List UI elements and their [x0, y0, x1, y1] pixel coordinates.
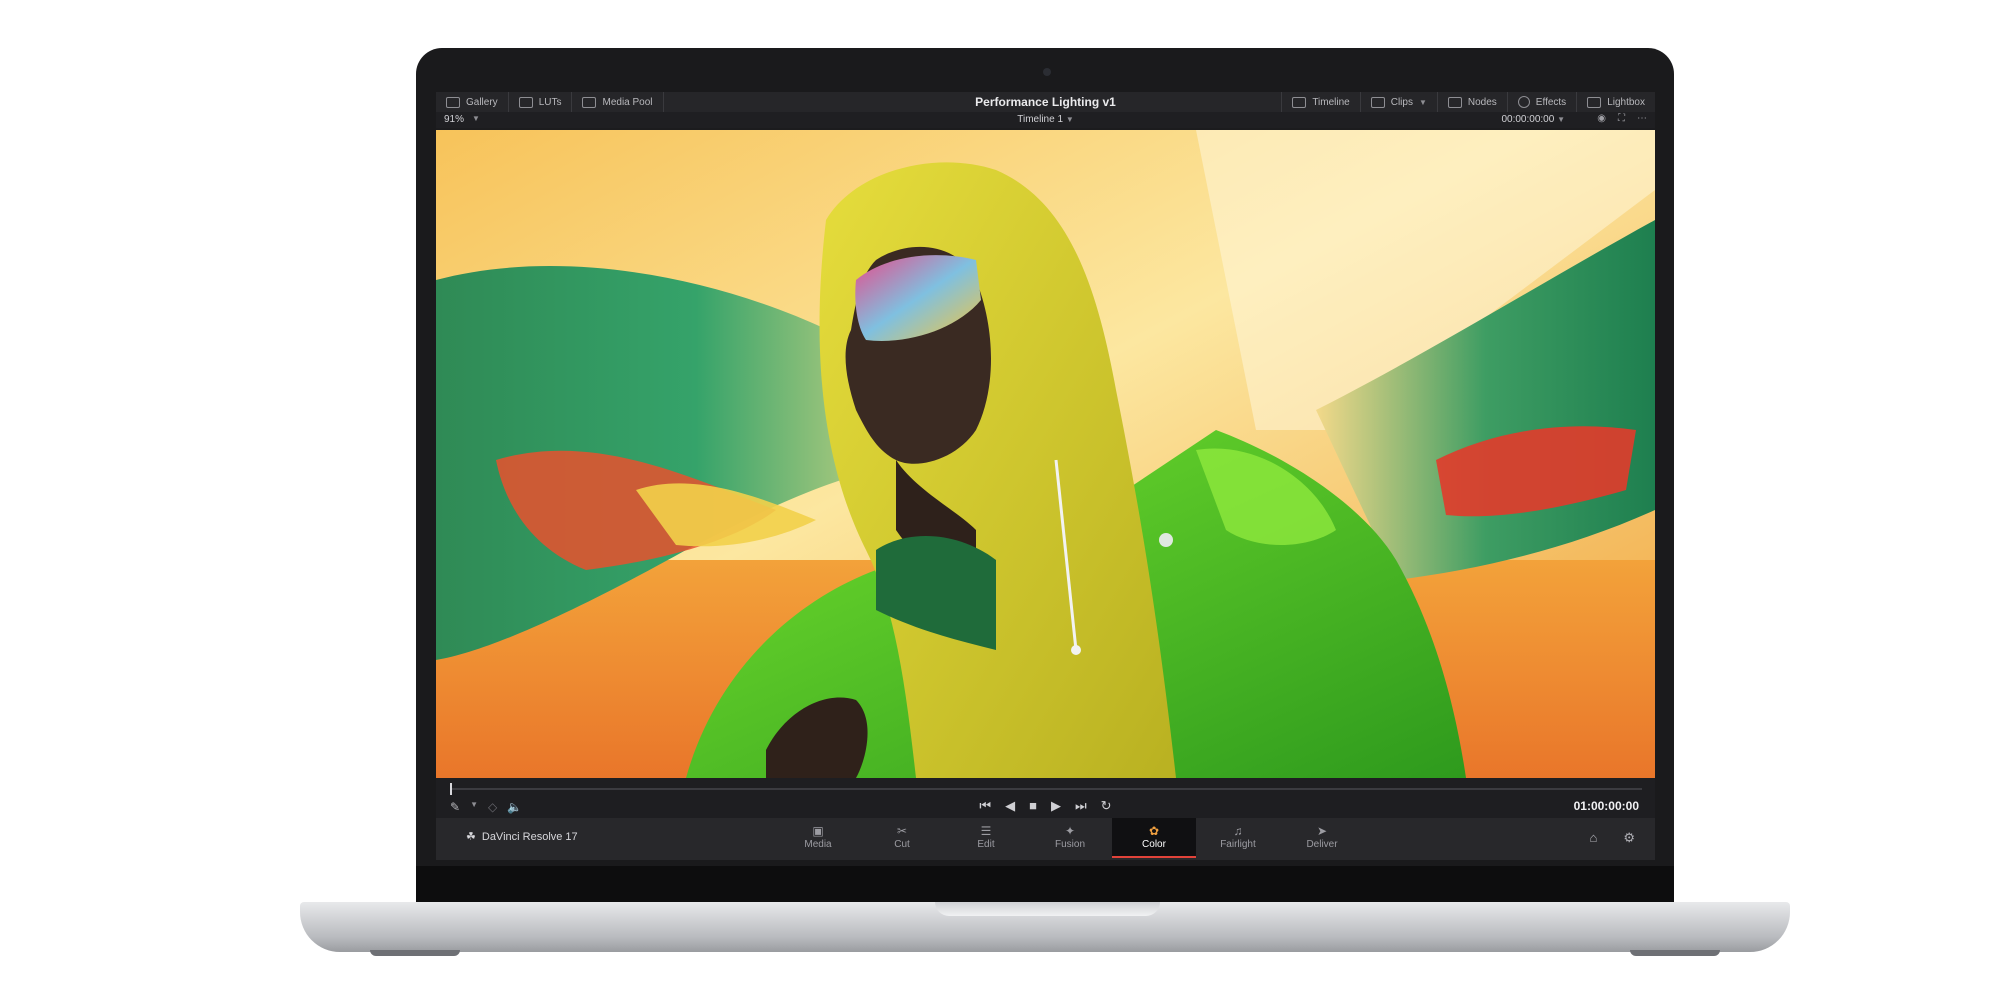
- screen: Gallery LUTs Media Pool Performance Ligh…: [436, 92, 1655, 860]
- gear-icon[interactable]: ⚙: [1623, 830, 1635, 846]
- skip-back-icon[interactable]: ⏮: [979, 798, 991, 814]
- scrub-bar[interactable]: [450, 788, 1642, 790]
- app-name: DaVinci Resolve 17: [481, 830, 578, 843]
- media-pool-icon: [582, 96, 597, 108]
- luts-icon: [518, 96, 533, 108]
- source-timecode[interactable]: 00:00:00:00 ▼: [1501, 114, 1565, 125]
- fairlight-page-icon: ♫: [1233, 823, 1243, 838]
- page-navigation: ☘ DaVinci Resolve 17 ▣ Media ✂ Cut ☰ Edi…: [436, 818, 1655, 860]
- media-pool-label: Media Pool: [602, 96, 653, 108]
- tab-fusion-label: Fusion: [1054, 838, 1085, 850]
- timeline-selector[interactable]: Timeline 1 ▼: [436, 114, 1655, 125]
- chevron-down-icon: ▼: [1557, 115, 1565, 124]
- fusion-page-icon: ✦: [1064, 823, 1076, 838]
- source-timecode-value: 00:00:00:00: [1501, 114, 1555, 125]
- camera-icon: [1043, 68, 1051, 76]
- tab-cut[interactable]: ✂ Cut: [860, 818, 944, 856]
- timeline-button[interactable]: Timeline: [1281, 92, 1359, 112]
- record-timecode: 01:00:00:00: [1573, 799, 1639, 813]
- gallery-button[interactable]: Gallery: [436, 92, 509, 112]
- nodes-button[interactable]: Nodes: [1436, 92, 1507, 112]
- color-page-icon: ✿: [1148, 823, 1160, 838]
- luts-label: LUTs: [538, 96, 562, 108]
- timeline-label: Timeline: [1312, 96, 1350, 108]
- effects-label: Effects: [1535, 96, 1567, 108]
- step-back-icon[interactable]: ◀: [1005, 798, 1015, 814]
- laptop-lid-notch: [935, 902, 1160, 916]
- video-viewer[interactable]: [436, 130, 1655, 778]
- tab-edit-label: Edit: [977, 838, 995, 850]
- clips-icon: [1370, 96, 1385, 108]
- cut-page-icon: ✂: [896, 823, 908, 838]
- play-icon[interactable]: ▶: [1051, 798, 1061, 814]
- media-pool-button[interactable]: Media Pool: [572, 92, 664, 112]
- nodes-label: Nodes: [1467, 96, 1497, 108]
- clips-label: Clips: [1390, 96, 1413, 108]
- tab-fairlight[interactable]: ♫ Fairlight: [1196, 818, 1280, 856]
- skip-forward-icon[interactable]: ⏭: [1075, 798, 1087, 814]
- edit-page-icon: ☰: [980, 823, 992, 838]
- playhead[interactable]: [450, 783, 452, 795]
- laptop-foot-left: [370, 950, 460, 956]
- lightbox-label: Lightbox: [1607, 96, 1645, 108]
- chevron-down-icon: ▼: [1065, 115, 1074, 124]
- tab-deliver-label: Deliver: [1306, 838, 1338, 850]
- timeline-icon: [1292, 96, 1307, 108]
- more-options-icon[interactable]: ⋯: [1637, 113, 1647, 124]
- effects-button[interactable]: Effects: [1506, 92, 1576, 112]
- deliver-page-icon: ➤: [1316, 823, 1328, 838]
- loop-icon[interactable]: ↻: [1101, 798, 1112, 814]
- highlight-icon[interactable]: ◉: [1597, 113, 1606, 124]
- timeline-name: Timeline 1: [1017, 114, 1064, 125]
- nodes-icon: [1447, 96, 1462, 108]
- tab-cut-label: Cut: [894, 838, 910, 850]
- gallery-icon: [446, 96, 460, 108]
- tab-deliver[interactable]: ➤ Deliver: [1280, 818, 1364, 856]
- top-toolbar: Gallery LUTs Media Pool Performance Ligh…: [436, 92, 1655, 112]
- tab-fusion[interactable]: ✦ Fusion: [1028, 818, 1112, 856]
- app-brand: ☘ DaVinci Resolve 17: [466, 830, 578, 844]
- video-frame: [436, 130, 1655, 778]
- fullscreen-icon[interactable]: ⛶: [1618, 113, 1625, 124]
- home-icon[interactable]: ⌂: [1589, 830, 1597, 846]
- gallery-label: Gallery: [466, 96, 498, 108]
- media-page-icon: ▣: [812, 823, 824, 838]
- laptop-bezel: [416, 866, 1674, 904]
- viewer-bar: 91% ▼ Timeline 1 ▼ 00:00:00:00 ▼ ◉ ⛶ ⋯: [436, 112, 1655, 128]
- clips-button[interactable]: Clips ▼: [1359, 92, 1437, 112]
- transport-bar: ✎ ▼ ◇ 🔈 ⏮ ◀ ■ ▶ ⏭ ↻ 01:00:00:00: [436, 778, 1655, 818]
- stop-icon[interactable]: ■: [1029, 798, 1037, 814]
- davinci-logo-icon: ☘: [466, 831, 476, 843]
- tab-media-label: Media: [804, 838, 832, 850]
- laptop-foot-right: [1630, 950, 1720, 956]
- lightbox-icon: [1587, 96, 1602, 108]
- tab-fairlight-label: Fairlight: [1220, 838, 1256, 850]
- tab-edit[interactable]: ☰ Edit: [944, 818, 1028, 856]
- tab-media[interactable]: ▣ Media: [776, 818, 860, 856]
- lightbox-button[interactable]: Lightbox: [1576, 92, 1655, 112]
- tab-color[interactable]: ✿ Color: [1112, 818, 1196, 858]
- tab-color-label: Color: [1142, 838, 1166, 850]
- luts-button[interactable]: LUTs: [509, 92, 573, 112]
- effects-icon: [1517, 96, 1530, 108]
- chevron-down-icon: ▼: [1418, 97, 1427, 107]
